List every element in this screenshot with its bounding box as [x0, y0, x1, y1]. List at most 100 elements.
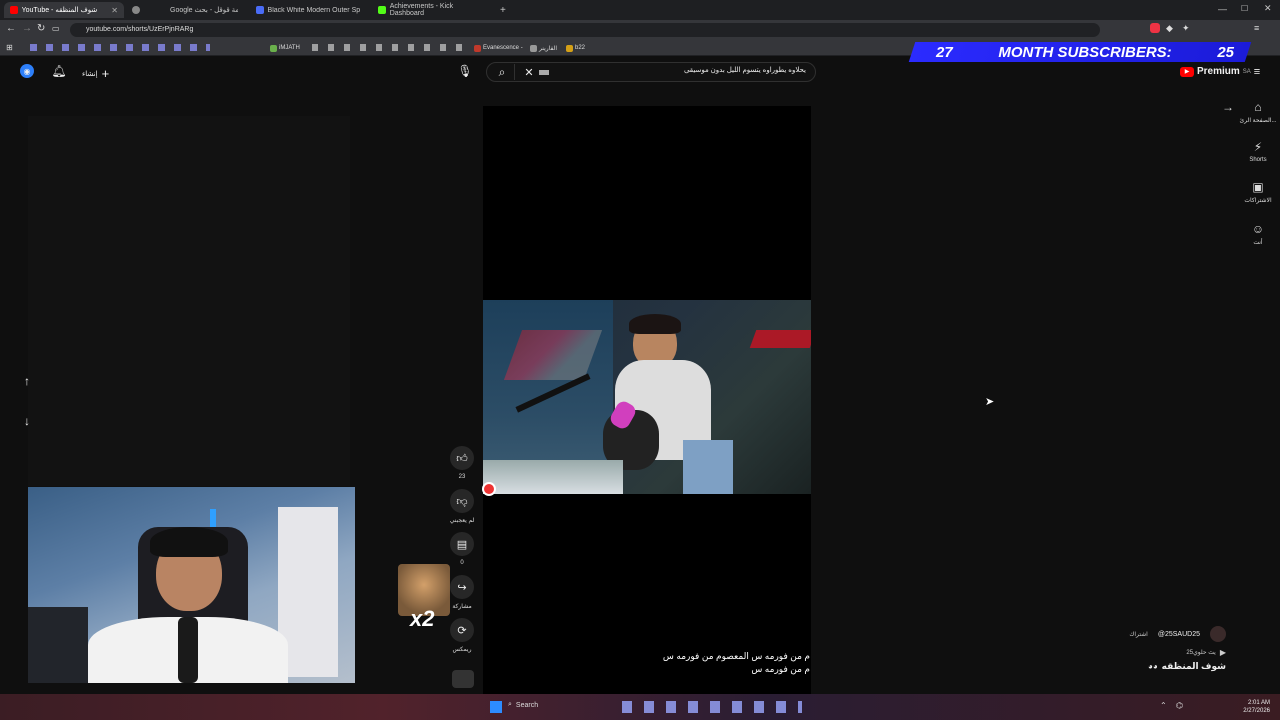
sidebar-item-shorts[interactable]: ⚡︎ Shorts — [1236, 140, 1280, 163]
bookmark-favicons[interactable] — [30, 44, 210, 51]
account-avatar-icon[interactable]: ◉ — [20, 64, 34, 78]
url-text: youtube.com/shorts/UzErPjnRARg — [86, 26, 194, 33]
dislike-label: لم يعجبني — [449, 518, 475, 524]
caption-line: م من فورمه س — [751, 664, 810, 674]
close-tab-icon[interactable]: ✕ — [111, 6, 118, 15]
bookmark-evanescence[interactable]: Evanescence - — [474, 43, 523, 53]
search-icon[interactable]: ⌕ — [494, 64, 510, 80]
browser-tab-bar: YouTube - شوف المنظقه ✕ Google ترجمة قوق… — [0, 0, 1280, 20]
bookmark-icon — [474, 44, 481, 52]
next-short-icon[interactable]: ↓ — [24, 414, 30, 428]
create-button[interactable]: إنشاء + — [82, 66, 109, 81]
sidebar-item-home[interactable]: ⌂ الصفحة الرئ... — [1236, 100, 1280, 124]
bookmark-icon — [530, 44, 537, 52]
x2-multiplier: x2 — [410, 606, 435, 631]
clock-time: 2:01 AM — [1247, 700, 1270, 706]
subscriber-goal-text: 27 MONTH SUBSCRIBERS: 25 — [930, 42, 1240, 62]
comment-icon: ▤ — [450, 532, 474, 556]
collapse-arrow-icon[interactable]: → — [1222, 100, 1234, 114]
sidebar-item-subscriptions[interactable]: ▣ الاشتراكات — [1236, 180, 1280, 204]
tab-title: YouTube - شوف المنظقه — [21, 7, 98, 14]
youtube-logo[interactable]: ▶ Premium SA — [1180, 66, 1251, 77]
bookmark-icon — [566, 44, 573, 52]
tab-google[interactable]: Google ترجمة قوقل - بحث — [164, 2, 244, 18]
remix-icon: ⟳ — [450, 618, 474, 642]
bookmark-imjath[interactable]: iMJATH — [270, 43, 300, 53]
new-tab-button[interactable]: + — [494, 2, 510, 18]
channel-handle[interactable]: @25SAUD25 — [1158, 631, 1200, 638]
maximize-icon[interactable]: ☐ — [1241, 4, 1248, 13]
network-icon[interactable]: ⌬ — [1176, 701, 1183, 710]
back-icon[interactable]: ← — [6, 23, 16, 34]
home-icon: ⌂ — [1254, 100, 1262, 114]
canva-favicon-icon — [256, 6, 264, 14]
bookmark-farinar[interactable]: الفارينر — [530, 43, 557, 53]
create-label: إنشاء — [82, 70, 98, 78]
url-field[interactable]: youtube.com/shorts/UzErPjnRARg — [70, 23, 1100, 37]
sidebar-item-label: الاشتراكات — [1244, 198, 1272, 204]
extension-icon[interactable]: ◆ — [1166, 23, 1173, 34]
sub-count: 27 — [936, 43, 953, 61]
tab-youtube[interactable]: YouTube - شوف المنظقه ✕ — [4, 2, 124, 18]
comments-button[interactable]: ▤ 0 — [448, 532, 476, 566]
channel-avatar[interactable] — [1210, 626, 1226, 642]
kick-favicon-icon — [378, 6, 386, 14]
bookmark-favicons-2[interactable] — [312, 44, 462, 51]
taskbar-search-label: Search — [515, 701, 539, 709]
sidebar-item-you[interactable]: ☺︎ أنت — [1236, 222, 1280, 246]
taskbar-search[interactable]: ⌕ Search — [508, 701, 538, 709]
apps-icon[interactable]: ⊞ — [6, 43, 13, 52]
tray-chevron-icon[interactable]: ⌃ — [1160, 701, 1167, 710]
taskbar-clock[interactable]: 2:01 AM 2/27/2026 — [1243, 699, 1270, 715]
tab-canva[interactable]: Black White Modern Outer Space Pr... — [250, 2, 366, 18]
share-button[interactable]: ↪ مشاركة — [448, 575, 476, 610]
share-icon: ↪ — [450, 575, 474, 599]
forward-icon[interactable]: → — [22, 23, 32, 34]
search-icon: ⌕ — [508, 701, 512, 708]
channel-info: اشتراك @25SAUD25 يث حلوي25 ▶ ◕◕ شوف المن… — [1110, 626, 1226, 672]
remix-button[interactable]: ⟳ ريمكس — [448, 618, 476, 653]
dislike-button[interactable]: 👎︎ لم يعجبني — [448, 489, 476, 524]
bookmark-b22[interactable]: b22 — [566, 43, 585, 53]
clear-search-icon[interactable]: ✕ — [522, 64, 536, 80]
you-icon: ☺︎ — [1251, 222, 1265, 236]
tab-blank[interactable] — [126, 2, 150, 18]
search-divider — [514, 64, 515, 80]
like-button[interactable]: 👍︎ 23 — [448, 446, 476, 480]
left-blank-panel — [28, 116, 350, 486]
play-icon[interactable]: ▶ — [1220, 648, 1226, 657]
youtube-play-icon: ▶ — [1180, 66, 1194, 77]
subscribe-button[interactable]: اشتراك — [1129, 631, 1147, 638]
microphone-icon[interactable]: 🎙︎ — [457, 64, 472, 78]
sub-label: MONTH SUBSCRIBERS: — [998, 43, 1172, 61]
brave-shield-icon[interactable] — [1150, 23, 1160, 33]
subscriptions-icon: ▣ — [1252, 180, 1264, 194]
notifications-bell-icon[interactable]: 🔔︎ — [51, 64, 66, 78]
sidebar-item-label: أنت — [1253, 240, 1263, 246]
bookmark-label: iMJATH — [279, 45, 300, 51]
reload-icon[interactable]: ↻ — [37, 23, 45, 34]
keyboard-icon[interactable] — [539, 70, 549, 75]
bookmark-label: الفارينر — [539, 45, 558, 52]
menu-icon[interactable]: ≡ — [1254, 23, 1259, 33]
emoji-icon: ◕◕ — [1148, 662, 1158, 671]
tab-title: Google ترجمة قوقل - بحث — [170, 7, 238, 14]
plus-icon: + — [101, 66, 110, 81]
windows-start-icon[interactable] — [490, 701, 502, 713]
sidebar-item-label: الصفحة الرئ... — [1239, 118, 1277, 124]
previous-short-icon[interactable]: ↑ — [24, 374, 30, 388]
close-window-icon[interactable]: ✕ — [1264, 3, 1272, 14]
minimize-icon[interactable]: — — [1218, 4, 1227, 14]
youtube-favicon-icon — [10, 6, 18, 14]
tab-kick[interactable]: Achievements - Kick Dashboard — [372, 2, 492, 18]
caption-line: م من فورمه س المعصوم من فورمه س — [662, 651, 810, 661]
sound-thumbnail[interactable] — [452, 670, 474, 688]
record-badge-icon — [482, 482, 496, 496]
taskbar-pinned-apps[interactable] — [622, 701, 802, 713]
thumbs-down-icon: 👎︎ — [450, 489, 474, 513]
search-input[interactable]: يحلاوه يطوراوه يتسوم الليل بدون موسيقى — [560, 66, 806, 74]
hamburger-menu-icon[interactable]: ≡ — [1250, 66, 1264, 78]
bookmark-page-icon[interactable]: ▭ — [52, 24, 60, 33]
comment-count: 0 — [460, 560, 464, 566]
puzzle-icon[interactable]: ✦ — [1182, 23, 1190, 34]
